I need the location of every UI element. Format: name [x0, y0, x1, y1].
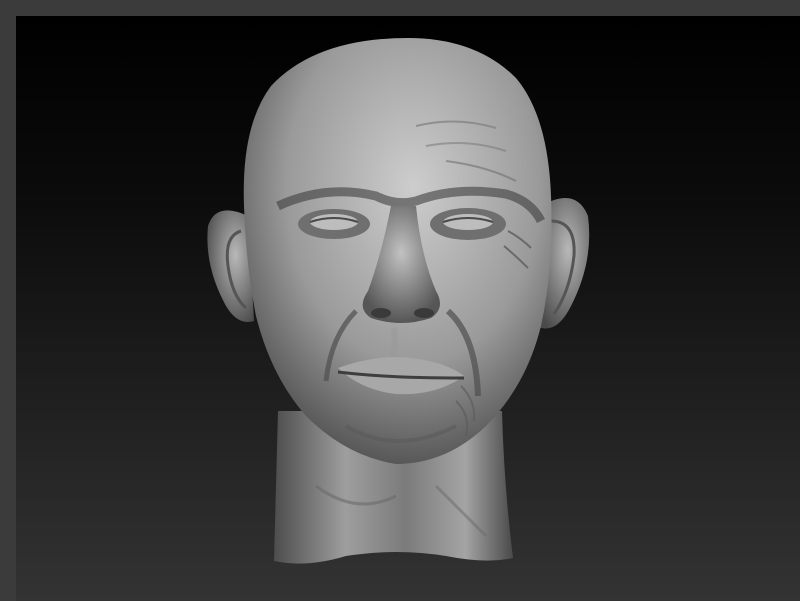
sculpted-head-icon[interactable]	[16, 16, 800, 601]
3d-viewport[interactable]	[16, 16, 800, 601]
viewport-frame	[0, 0, 800, 601]
